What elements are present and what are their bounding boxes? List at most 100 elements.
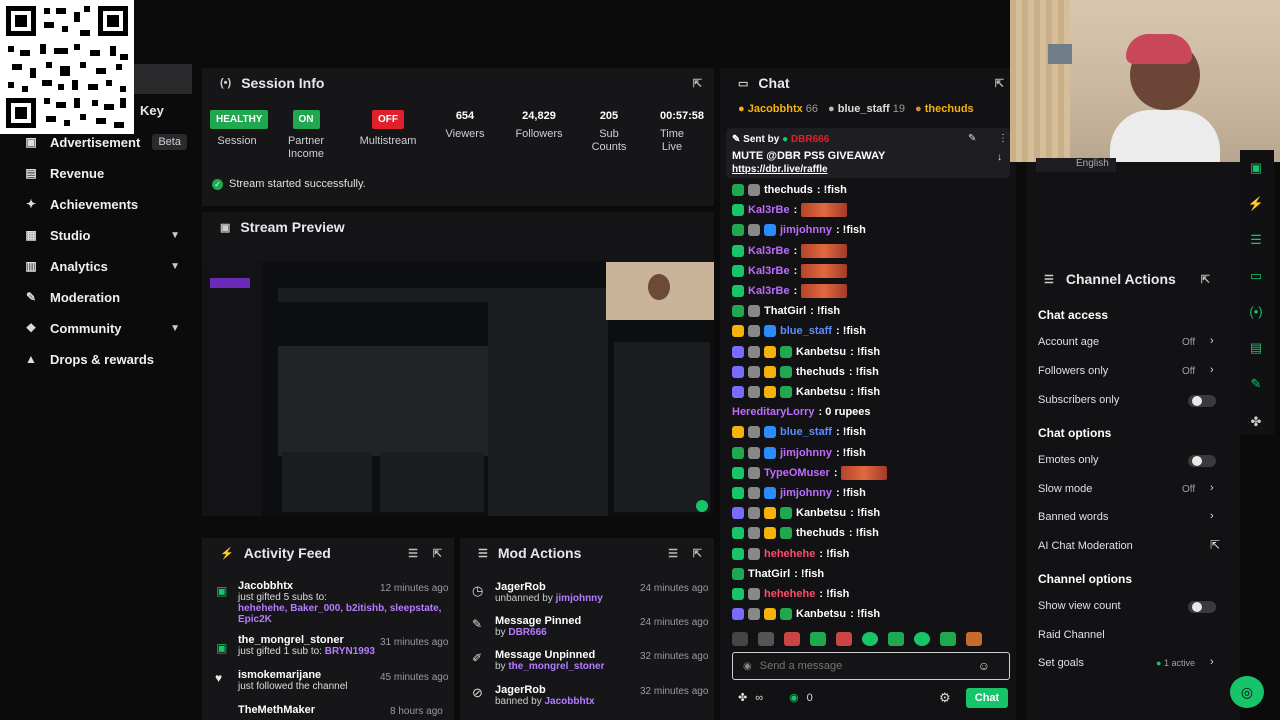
chat-username[interactable]: Kanbetsu xyxy=(796,346,846,358)
gift-icon[interactable]: ✤ xyxy=(738,691,747,704)
sidebar-item-drops[interactable]: ▲ Drops & rewards xyxy=(24,347,190,371)
chat-username[interactable]: ThatGirl xyxy=(748,568,790,580)
emoji-icon[interactable]: ☺ xyxy=(978,659,990,673)
more-icon[interactable]: ⋮ xyxy=(998,133,1008,144)
sidebar-item-revenue[interactable]: ▤ Revenue xyxy=(24,161,190,185)
chat-message[interactable]: TypeOMuser: xyxy=(732,465,888,481)
ai-moderation-label[interactable]: AI Chat Moderation xyxy=(1038,540,1133,552)
points-icon[interactable]: ◉ xyxy=(789,691,799,704)
chat-username[interactable]: Kal3rBe xyxy=(748,204,790,216)
emote-picker-icon[interactable]: ◉ xyxy=(743,661,752,672)
chat-message[interactable]: jimjohnny: !fish xyxy=(732,485,866,501)
language-select[interactable]: English xyxy=(1036,158,1116,172)
wrench-icon[interactable]: ✎ xyxy=(1246,374,1266,394)
sidebar-key-label[interactable]: Key xyxy=(140,103,164,118)
emote[interactable] xyxy=(862,632,878,646)
chat-input-box[interactable]: ◉ ☺ xyxy=(732,652,1010,680)
emote[interactable] xyxy=(758,632,774,646)
chat-username[interactable]: HereditaryLorry xyxy=(732,406,815,418)
popout-icon[interactable]: ⇱ xyxy=(1201,273,1210,286)
chat-username[interactable]: Kanbetsu xyxy=(796,386,846,398)
chat-message[interactable]: Kanbetsu: !fish xyxy=(732,606,880,622)
chat-username[interactable]: jimjohnny xyxy=(780,487,832,499)
gifter[interactable]: ● thechuds xyxy=(915,103,974,115)
chat-message[interactable]: hehehehe: !fish xyxy=(732,546,849,562)
emote[interactable] xyxy=(810,632,826,646)
chat-message[interactable]: Kal3rBe: xyxy=(732,243,848,259)
gifter[interactable]: ● blue_staff 19 xyxy=(828,103,905,115)
chat-message[interactable]: blue_staff: !fish xyxy=(732,323,866,339)
list-icon[interactable]: ☰ xyxy=(1246,230,1266,250)
chat-message[interactable]: Kal3rBe: xyxy=(732,263,848,279)
chat-username[interactable]: Kanbetsu xyxy=(796,507,846,519)
raid-channel-label[interactable]: Raid Channel xyxy=(1038,629,1105,641)
chat-message[interactable]: Kanbetsu: !fish xyxy=(732,505,880,521)
filter-icon[interactable]: ☰ xyxy=(408,547,418,560)
chevron-right-icon[interactable]: › xyxy=(1210,335,1214,347)
chevron-right-icon[interactable]: › xyxy=(1210,510,1214,522)
popout-icon[interactable]: ⇱ xyxy=(433,547,442,560)
calendar-icon[interactable]: ▣ xyxy=(1246,158,1266,178)
chat-username[interactable]: ThatGirl xyxy=(764,305,806,317)
emote[interactable] xyxy=(784,632,800,646)
chat-username[interactable]: blue_staff xyxy=(780,426,832,438)
chat-username[interactable]: thechuds xyxy=(764,184,813,196)
emote[interactable] xyxy=(966,632,982,646)
chat-username[interactable]: thechuds xyxy=(796,366,845,378)
stat-multistream[interactable]: OFF Multistream xyxy=(354,110,422,148)
bolt-icon[interactable]: ⚡ xyxy=(1246,194,1266,214)
view-count-toggle[interactable] xyxy=(1188,601,1216,613)
sidebar-item-studio[interactable]: ▦ Studio ▼ xyxy=(24,223,190,247)
sidebar-item-achievements[interactable]: ✦ Achievements xyxy=(24,192,190,216)
popout-icon[interactable]: ⇱ xyxy=(995,77,1004,90)
banned-words-label[interactable]: Banned words xyxy=(1038,511,1108,523)
emote[interactable] xyxy=(914,632,930,646)
popout-icon[interactable]: ⇱ xyxy=(693,77,702,90)
chat-username[interactable]: jimjohnny xyxy=(780,447,832,459)
chat-username[interactable]: thechuds xyxy=(796,527,845,539)
chat-username[interactable]: hehehehe xyxy=(764,548,815,560)
chat-username[interactable]: hehehehe xyxy=(764,588,815,600)
sidebar-item-moderation[interactable]: ✎ Moderation xyxy=(24,285,190,309)
popout-icon[interactable]: ⇱ xyxy=(693,547,702,560)
pinned-message[interactable]: ✎ Sent by ● DBR666 MUTE @DBR PS5 GIVEAWA… xyxy=(726,128,1010,178)
chat-message[interactable]: Kanbetsu: !fish xyxy=(732,344,880,360)
puzzle-icon[interactable]: ✤ xyxy=(1246,412,1266,432)
support-chat-button[interactable]: ◎ xyxy=(1230,676,1264,708)
chat-message[interactable]: thechuds: !fish xyxy=(732,182,847,198)
chat-message[interactable]: blue_staff: !fish xyxy=(732,424,866,440)
chat-username[interactable]: blue_staff xyxy=(780,325,832,337)
chat-input[interactable] xyxy=(759,660,970,672)
gear-icon[interactable]: ⚙ xyxy=(939,690,951,706)
sidebar-item-community[interactable]: ❖ Community ▼ xyxy=(24,316,190,340)
chat-username[interactable]: Kal3rBe xyxy=(748,285,790,297)
arrow-down-icon[interactable]: ↓ xyxy=(997,152,1002,163)
emote[interactable] xyxy=(732,632,748,646)
chat-message[interactable]: HereditaryLorry: 0 rupees xyxy=(732,404,871,420)
chat-username[interactable]: Kal3rBe xyxy=(748,245,790,257)
external-link-icon[interactable]: ⇱ xyxy=(1210,538,1220,552)
chat-message[interactable]: Kal3rBe: xyxy=(732,202,848,218)
chevron-right-icon[interactable]: › xyxy=(1210,482,1214,494)
chevron-right-icon[interactable]: › xyxy=(1210,364,1214,376)
broadcast-icon[interactable]: (•) xyxy=(1246,302,1266,322)
filter-icon[interactable]: ☰ xyxy=(668,547,678,560)
chat-username[interactable]: Kanbetsu xyxy=(796,608,846,620)
stream-preview-video[interactable] xyxy=(202,262,714,516)
chat-username[interactable]: jimjohnny xyxy=(780,224,832,236)
chat-message[interactable]: thechuds: !fish xyxy=(732,525,879,541)
slow-mode-label[interactable]: Slow mode xyxy=(1038,483,1092,495)
chat-message[interactable]: thechuds: !fish xyxy=(732,364,879,380)
infinity-icon[interactable]: ∞ xyxy=(755,692,763,704)
subscribers-only-toggle[interactable] xyxy=(1188,395,1216,407)
chevron-right-icon[interactable]: › xyxy=(1210,656,1214,668)
chat-message[interactable]: jimjohnny: !fish xyxy=(732,445,866,461)
emote[interactable] xyxy=(836,632,852,646)
chat-message[interactable]: Kal3rBe: xyxy=(732,283,848,299)
chat-message[interactable]: Kanbetsu: !fish xyxy=(732,384,880,400)
sidebar-item-analytics[interactable]: ▥ Analytics ▼ xyxy=(24,254,190,278)
chat-message[interactable]: ThatGirl: !fish xyxy=(732,303,840,319)
chat-message[interactable]: ThatGirl: !fish xyxy=(732,566,824,582)
chat-message[interactable]: hehehehe: !fish xyxy=(732,586,849,602)
chat-username[interactable]: Kal3rBe xyxy=(748,265,790,277)
